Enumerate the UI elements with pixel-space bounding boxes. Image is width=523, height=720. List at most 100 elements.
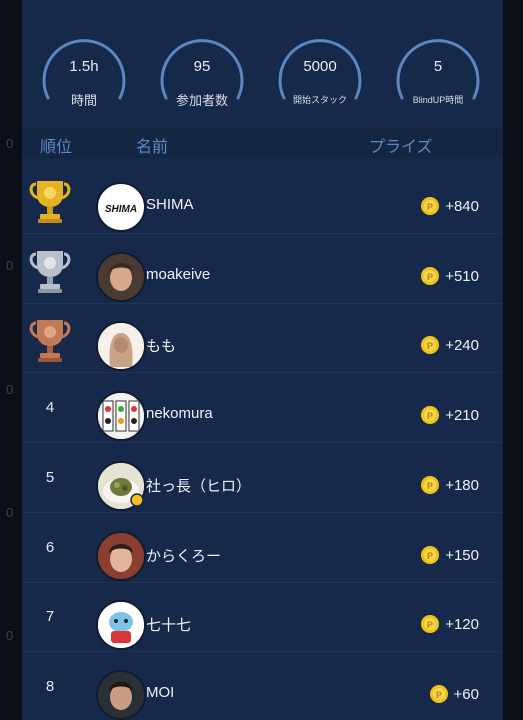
rank-cell	[22, 234, 78, 303]
svg-text:P: P	[427, 620, 433, 630]
header-rank: 順位	[40, 139, 73, 156]
svg-text:P: P	[427, 551, 433, 561]
rank-number: 5	[45, 469, 55, 486]
rank-number: 7	[45, 608, 55, 625]
prize-value: +120	[445, 615, 479, 633]
coin-icon: P	[421, 546, 440, 564]
person-photo	[98, 672, 144, 718]
svg-text:P: P	[427, 481, 433, 491]
rank-cell: 5	[22, 443, 78, 512]
gold-trophy-icon	[29, 181, 71, 223]
svg-text:P: P	[427, 411, 433, 421]
background-edge-marks: 0 0 0 0 0	[0, 0, 22, 720]
avatar[interactable]	[96, 531, 146, 581]
ranking-row[interactable]: 4 nekomura P +210	[22, 373, 503, 443]
ranking-header: 順位 名前 プライズ	[22, 128, 503, 158]
prize: P +60	[429, 684, 479, 704]
avatar[interactable]	[96, 321, 146, 371]
coin-icon: P	[421, 336, 440, 354]
coin-icon: P	[421, 406, 440, 424]
player-name: SHIMA	[146, 196, 194, 213]
person-photo	[98, 533, 144, 579]
slot-machine-image	[98, 393, 144, 439]
prize: P +180	[421, 475, 479, 495]
player-name: nekomura	[146, 405, 213, 422]
ranking-row[interactable]: moakeive P +510	[22, 234, 503, 304]
prize: P +240	[421, 335, 479, 355]
results-panel: 1.5h 時間 95 参加者数 5000 開始スタック 5 BlindUP時間 …	[22, 0, 503, 720]
edge-mark: 0	[6, 628, 14, 643]
coin-icon: P	[429, 685, 448, 703]
avatar[interactable]	[96, 600, 146, 650]
ranking-row[interactable]: もも P +240	[22, 303, 503, 373]
coin-badge-icon	[130, 493, 144, 507]
prize-value: +240	[445, 336, 479, 354]
stat-value: 95	[193, 58, 211, 75]
stat-label: 参加者数	[175, 93, 228, 108]
stat-blind-up-time: 5 BlindUP時間	[390, 22, 486, 112]
prize: P +210	[421, 405, 479, 425]
tournament-stats: 1.5h 時間 95 参加者数 5000 開始スタック 5 BlindUP時間	[22, 0, 503, 128]
prize: P +120	[421, 614, 479, 634]
bronze-trophy-icon	[29, 320, 71, 362]
coin-icon: P	[421, 197, 440, 215]
rank-cell: 7	[22, 582, 78, 651]
silver-trophy-icon	[29, 251, 71, 293]
player-name: もも	[146, 338, 177, 355]
avatar[interactable]	[96, 670, 146, 720]
character-illustration	[98, 602, 144, 648]
prize-value: +180	[445, 476, 479, 494]
avatar[interactable]	[96, 391, 146, 441]
edge-mark: 0	[6, 505, 14, 520]
ranking-row[interactable]: 7 七十七 P +120	[22, 582, 503, 652]
person-photo	[98, 254, 144, 300]
avatar[interactable]	[96, 252, 146, 302]
svg-text:SHIMA: SHIMA	[105, 204, 137, 215]
prize-value: +150	[445, 546, 479, 564]
prize-value: +210	[445, 406, 479, 424]
rank-number: 4	[45, 399, 55, 416]
ranking-row[interactable]: SHIMA SHIMA P +840	[22, 164, 503, 234]
stat-starting-stack: 5000 開始スタック	[272, 22, 368, 112]
coin-icon: P	[421, 615, 440, 633]
shima-logo: SHIMA	[105, 204, 137, 215]
prize: P +840	[421, 196, 479, 216]
stat-label: 時間	[70, 93, 97, 108]
rank-cell: 8	[22, 652, 78, 720]
rank-number: 6	[45, 539, 55, 556]
rank-cell	[22, 303, 78, 372]
coin-icon: P	[421, 267, 440, 285]
edge-mark: 0	[6, 136, 14, 151]
player-name: moakeive	[146, 266, 211, 283]
svg-text:P: P	[427, 272, 433, 282]
ranking-row[interactable]: 6 からくろー P +150	[22, 513, 503, 583]
ranking-row[interactable]: 5 社っ長（ヒロ） P +180	[22, 443, 503, 513]
stat-value: 1.5h	[69, 58, 99, 75]
prize: P +150	[421, 545, 479, 565]
coin-icon: P	[421, 476, 440, 494]
stat-label: BlindUP時間	[412, 95, 464, 105]
header-name: 名前	[136, 139, 169, 156]
svg-text:P: P	[427, 202, 433, 212]
stat-time: 1.5h 時間	[36, 22, 132, 112]
prize: P +510	[421, 266, 479, 286]
prize-value: +60	[453, 685, 479, 703]
stat-participants: 95 参加者数	[154, 22, 250, 112]
prize-value: +840	[445, 197, 479, 215]
rank-cell: 6	[22, 513, 78, 582]
stat-value: 5	[433, 58, 443, 75]
edge-mark: 0	[6, 258, 14, 273]
svg-text:P: P	[436, 690, 442, 700]
edge-mark: 0	[6, 382, 14, 397]
player-name: 七十七	[146, 617, 192, 634]
rank-cell	[22, 164, 78, 233]
avatar[interactable]: SHIMA	[96, 182, 146, 232]
player-name: 社っ長（ヒロ）	[146, 478, 252, 495]
stat-value: 5000	[303, 58, 337, 75]
rank-cell: 4	[22, 373, 78, 442]
header-prize: プライズ	[369, 139, 433, 156]
ranking-row[interactable]: 8 MOI P +60	[22, 652, 503, 720]
girl-illustration	[98, 323, 144, 369]
prize-value: +510	[445, 267, 479, 285]
player-name: MOI	[146, 684, 175, 701]
